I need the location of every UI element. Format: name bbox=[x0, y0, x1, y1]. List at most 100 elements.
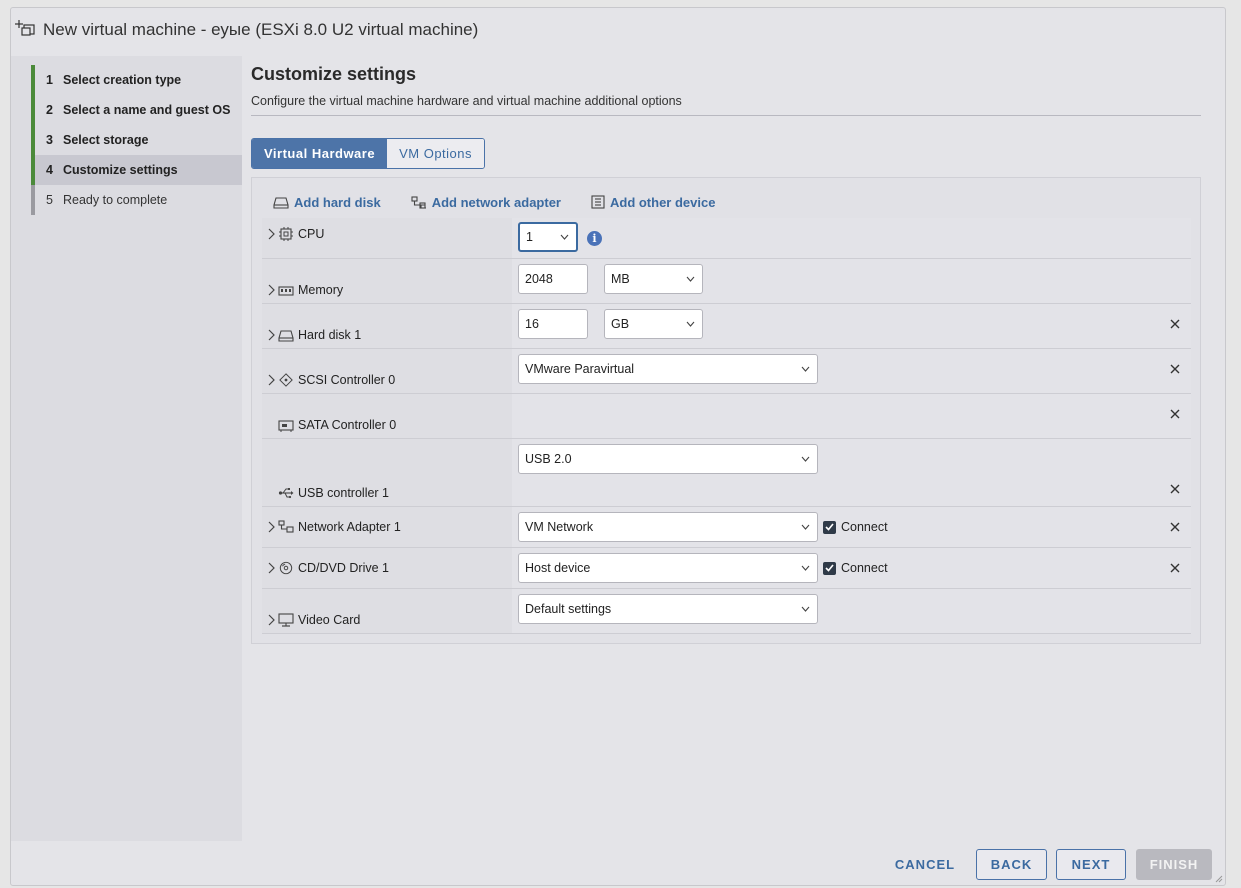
resize-grip-icon[interactable] bbox=[1215, 875, 1223, 883]
chevron-right-icon[interactable] bbox=[266, 329, 276, 341]
step-number: 3 bbox=[46, 133, 53, 147]
hardware-row-usb-controller: USB controller 1 USB 2.0 bbox=[262, 439, 1191, 507]
memory-size-input[interactable]: 2048 bbox=[518, 264, 588, 294]
chevron-right-icon[interactable] bbox=[266, 614, 276, 626]
cpu-label: CPU bbox=[298, 227, 325, 241]
step-select-creation-type[interactable]: 1 Select creation type bbox=[31, 65, 242, 95]
page-title: Customize settings bbox=[251, 64, 417, 84]
step-label: Select storage bbox=[63, 133, 149, 147]
usb-icon bbox=[278, 488, 294, 499]
video-card-label: Video Card bbox=[298, 613, 361, 627]
page-subtitle: Configure the virtual machine hardware a… bbox=[251, 94, 682, 108]
chevron-down-icon bbox=[801, 366, 810, 372]
new-vm-dialog: New virtual machine - еуые (ESXi 8.0 U2 … bbox=[10, 7, 1226, 886]
step-number: 2 bbox=[46, 103, 53, 117]
hardware-row-cpu: CPU 1 i bbox=[262, 218, 1191, 259]
tab-vm-options[interactable]: VM Options bbox=[387, 139, 485, 168]
hardware-row-scsi-controller: SCSI Controller 0 VMware Paravirtual bbox=[262, 349, 1191, 394]
cpu-icon bbox=[279, 227, 293, 241]
tab-virtual-hardware[interactable]: Virtual Hardware bbox=[252, 139, 388, 168]
close-icon[interactable] bbox=[1169, 562, 1181, 574]
close-icon[interactable] bbox=[1169, 521, 1181, 533]
chevron-down-icon bbox=[686, 321, 695, 327]
new-vm-icon bbox=[15, 20, 35, 36]
hardware-row-cd-dvd-drive: CD/DVD Drive 1 Host device Connect bbox=[262, 548, 1191, 589]
hard-disk-size-input[interactable]: 16 bbox=[518, 309, 588, 339]
next-button[interactable]: NEXT bbox=[1056, 849, 1126, 880]
cd-dvd-source-select[interactable]: Host device bbox=[518, 553, 818, 583]
cpu-count-value: 1 bbox=[526, 230, 533, 244]
add-other-device-button[interactable]: Add other device bbox=[591, 195, 715, 210]
info-icon[interactable]: i bbox=[587, 231, 602, 246]
memory-unit-select[interactable]: MB bbox=[604, 264, 703, 294]
cd-dvd-connect-checkbox[interactable]: Connect bbox=[823, 561, 888, 575]
network-select[interactable]: VM Network bbox=[518, 512, 818, 542]
add-network-adapter-button[interactable]: Add network adapter bbox=[411, 195, 561, 210]
step-label: Select a name and guest OS bbox=[63, 103, 231, 117]
close-icon[interactable] bbox=[1169, 408, 1181, 420]
video-settings-value: Default settings bbox=[525, 602, 612, 616]
network-value: VM Network bbox=[525, 520, 594, 534]
chevron-down-icon bbox=[560, 234, 569, 240]
network-connect-checkbox[interactable]: Connect bbox=[823, 520, 888, 534]
hard-disk-icon bbox=[278, 330, 294, 342]
add-network-adapter-label: Add network adapter bbox=[431, 194, 561, 210]
step-select-storage[interactable]: 3 Select storage bbox=[31, 125, 242, 155]
other-device-icon bbox=[591, 195, 605, 209]
step-customize-settings[interactable]: 4 Customize settings bbox=[31, 155, 242, 185]
network-adapter-icon bbox=[278, 520, 294, 533]
virtual-hardware-panel: Add hard disk Add network adapter Add ot… bbox=[251, 177, 1201, 644]
step-select-name-guest-os[interactable]: 2 Select a name and guest OS bbox=[31, 95, 242, 125]
hardware-row-hard-disk: Hard disk 1 16 GB bbox=[262, 304, 1191, 349]
wizard-steps: 1 Select creation type 2 Select a name a… bbox=[11, 56, 242, 841]
usb-type-value: USB 2.0 bbox=[525, 452, 572, 466]
video-settings-select[interactable]: Default settings bbox=[518, 594, 818, 624]
close-icon[interactable] bbox=[1169, 483, 1181, 495]
finish-button[interactable]: FINISH bbox=[1136, 849, 1212, 880]
hard-disk-label: Hard disk 1 bbox=[298, 328, 362, 342]
network-adapter-icon bbox=[411, 195, 426, 209]
sata-controller-icon bbox=[278, 420, 294, 432]
cpu-count-select[interactable]: 1 bbox=[518, 222, 578, 252]
sata-controller-label: SATA Controller 0 bbox=[298, 418, 397, 432]
add-other-device-label: Add other device bbox=[609, 194, 716, 210]
add-hard-disk-button[interactable]: Add hard disk bbox=[273, 195, 381, 210]
checkbox-checked-icon[interactable] bbox=[823, 520, 836, 534]
scsi-type-value: VMware Paravirtual bbox=[525, 362, 635, 376]
scsi-controller-icon bbox=[279, 373, 293, 387]
chevron-down-icon bbox=[686, 276, 695, 282]
usb-type-select[interactable]: USB 2.0 bbox=[518, 444, 818, 474]
hardware-row-memory: Memory 2048 MB bbox=[262, 259, 1191, 304]
chevron-down-icon bbox=[801, 606, 810, 612]
scsi-controller-label: SCSI Controller 0 bbox=[298, 373, 396, 387]
dialog-title: New virtual machine - еуые (ESXi 8.0 U2 … bbox=[43, 20, 479, 39]
tab-bar: Virtual Hardware VM Options bbox=[251, 138, 486, 169]
chevron-right-icon[interactable] bbox=[266, 521, 276, 533]
back-button[interactable]: BACK bbox=[976, 849, 1047, 880]
close-icon[interactable] bbox=[1169, 363, 1181, 375]
chevron-right-icon[interactable] bbox=[266, 228, 276, 240]
hardware-row-video-card: Video Card Default settings bbox=[262, 589, 1191, 634]
cd-dvd-drive-label: CD/DVD Drive 1 bbox=[298, 561, 389, 575]
hardware-toolbar: Add hard disk Add network adapter Add ot… bbox=[273, 192, 745, 212]
chevron-down-icon bbox=[801, 565, 810, 571]
scsi-type-select[interactable]: VMware Paravirtual bbox=[518, 354, 818, 384]
chevron-right-icon[interactable] bbox=[266, 374, 276, 386]
cancel-button[interactable]: CANCEL bbox=[885, 849, 965, 880]
step-label: Select creation type bbox=[63, 73, 182, 87]
cd-dvd-source-value: Host device bbox=[525, 561, 591, 575]
close-icon[interactable] bbox=[1169, 318, 1181, 330]
memory-icon bbox=[278, 286, 294, 296]
chevron-right-icon[interactable] bbox=[266, 284, 276, 296]
row-value-cell bbox=[512, 394, 1191, 438]
title-bar: New virtual machine - еуые (ESXi 8.0 U2 … bbox=[11, 8, 1225, 52]
chevron-right-icon[interactable] bbox=[266, 562, 276, 574]
step-ready-to-complete[interactable]: 5 Ready to complete bbox=[31, 185, 242, 215]
checkbox-checked-icon[interactable] bbox=[823, 561, 836, 575]
hard-disk-icon bbox=[273, 196, 289, 209]
hard-disk-unit-select[interactable]: GB bbox=[604, 309, 703, 339]
cd-dvd-connect-label: Connect bbox=[841, 561, 888, 575]
memory-unit-value: MB bbox=[611, 272, 630, 286]
add-hard-disk-label: Add hard disk bbox=[294, 194, 381, 210]
row-value-cell bbox=[512, 218, 1191, 258]
